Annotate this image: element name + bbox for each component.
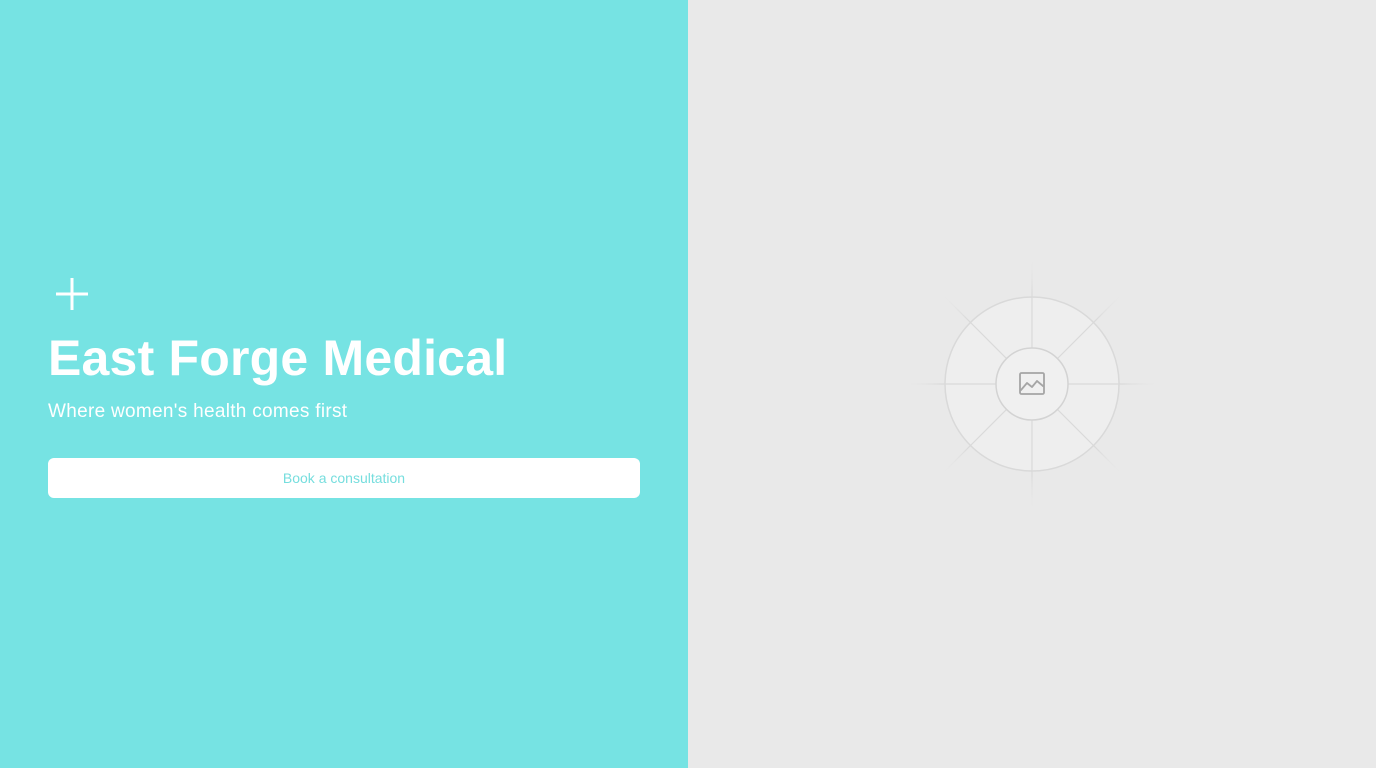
hero-panel: East Forge Medical Where women's health … — [0, 0, 688, 768]
book-consultation-button[interactable]: Book a consultation — [48, 458, 640, 498]
page-title: East Forge Medical — [48, 330, 508, 386]
image-placeholder — [906, 258, 1158, 510]
tagline: Where women's health comes first — [48, 401, 348, 422]
plus-icon — [56, 278, 88, 310]
